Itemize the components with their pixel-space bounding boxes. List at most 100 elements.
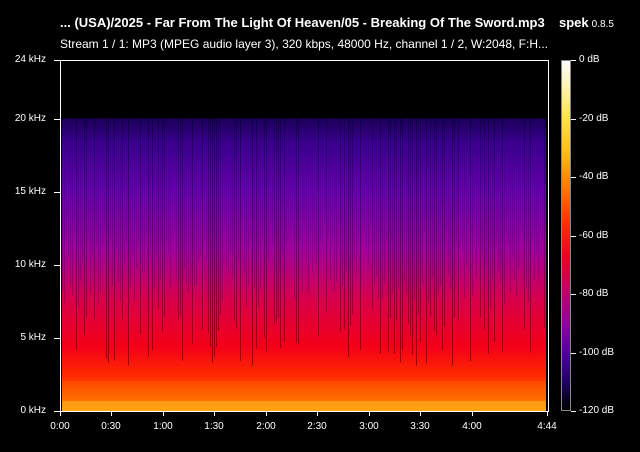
spectral-streak bbox=[486, 118, 487, 266]
spectral-streak bbox=[226, 118, 227, 269]
spectral-streak bbox=[310, 118, 311, 231]
spectral-streak bbox=[380, 118, 381, 354]
spectral-streak bbox=[440, 118, 441, 286]
spectral-streak bbox=[214, 118, 215, 357]
spectral-streak bbox=[130, 118, 131, 287]
spectral-streak bbox=[542, 118, 543, 240]
spectral-streak bbox=[224, 118, 225, 225]
spectral-streak bbox=[264, 118, 265, 337]
app-version: 0.8.5 bbox=[591, 19, 614, 30]
spectral-streak bbox=[270, 118, 271, 225]
spectral-streak bbox=[250, 118, 251, 234]
spectral-streak bbox=[298, 118, 299, 345]
spectral-streak bbox=[338, 118, 339, 223]
spectral-streak bbox=[98, 118, 99, 303]
spectral-streak bbox=[198, 118, 199, 260]
spectral-streak bbox=[228, 118, 229, 274]
spectral-streak bbox=[454, 118, 455, 318]
spectral-streak bbox=[466, 118, 467, 267]
spectral-streak bbox=[156, 118, 157, 256]
spectral-streak bbox=[286, 118, 287, 246]
spectrogram-plot[interactable] bbox=[60, 60, 548, 411]
spectral-streak bbox=[530, 118, 531, 353]
spectral-streak bbox=[456, 118, 457, 244]
spectral-streak bbox=[222, 118, 223, 302]
spectral-streak bbox=[220, 118, 221, 315]
spectral-streak bbox=[468, 118, 469, 225]
spectral-streak bbox=[300, 118, 301, 243]
db-tick-label: 0 dB bbox=[579, 54, 600, 65]
spectral-streak bbox=[80, 118, 81, 281]
x-tick-label: 0:00 bbox=[50, 421, 70, 432]
spectral-streak bbox=[166, 118, 167, 241]
spectral-streak bbox=[70, 118, 71, 286]
spectral-streak bbox=[96, 118, 97, 244]
spectral-streak bbox=[444, 118, 445, 327]
spectral-streak bbox=[266, 118, 267, 352]
spectral-streak bbox=[62, 118, 63, 293]
db-tick bbox=[571, 177, 576, 178]
spectral-streak bbox=[482, 118, 483, 255]
spectral-streak bbox=[72, 118, 73, 295]
x-tick bbox=[214, 411, 215, 416]
spectral-streak bbox=[374, 118, 375, 286]
spectral-streak bbox=[172, 118, 173, 235]
spectral-streak bbox=[324, 118, 325, 222]
spectral-streak bbox=[128, 118, 129, 366]
spectral-streak bbox=[280, 118, 281, 349]
file-title: ... (USA)/2025 - Far From The Light Of H… bbox=[60, 15, 545, 30]
spectral-streak bbox=[534, 118, 535, 281]
spectral-streak bbox=[182, 118, 183, 361]
spectral-streak bbox=[126, 118, 127, 246]
spectral-streak bbox=[308, 118, 309, 293]
spectral-streak bbox=[88, 118, 89, 233]
spectral-streak bbox=[206, 118, 207, 261]
stream-info: Stream 1 / 1: MP3 (MPEG audio layer 3), … bbox=[60, 37, 549, 51]
db-tick bbox=[571, 119, 576, 120]
spectral-streak bbox=[514, 118, 515, 280]
spectral-streak bbox=[240, 118, 241, 361]
spectral-streak bbox=[394, 118, 395, 354]
x-tick bbox=[369, 411, 370, 416]
x-tick-label: 0:30 bbox=[101, 421, 121, 432]
spectral-streak bbox=[288, 118, 289, 227]
spectral-streak bbox=[262, 118, 263, 240]
spectral-streak bbox=[184, 118, 185, 269]
spectral-streak bbox=[136, 118, 137, 270]
spectral-streak bbox=[304, 118, 305, 229]
x-tick bbox=[547, 411, 548, 416]
y-tick bbox=[54, 338, 60, 339]
spectral-streak bbox=[140, 118, 141, 334]
db-tick-label: -120 dB bbox=[579, 405, 615, 416]
spectral-streak bbox=[370, 118, 371, 226]
spectral-streak bbox=[496, 118, 497, 247]
spectral-streak bbox=[404, 118, 405, 282]
spectral-streak bbox=[510, 118, 511, 292]
spectral-streak bbox=[506, 118, 507, 234]
spectral-streak bbox=[162, 118, 163, 332]
spectral-streak bbox=[100, 118, 101, 293]
spectral-streak bbox=[180, 118, 181, 316]
x-tick-label: 1:00 bbox=[153, 421, 173, 432]
spectral-streak bbox=[146, 118, 147, 233]
spectral-streak bbox=[318, 118, 319, 337]
spectral-streak bbox=[346, 118, 347, 271]
spectral-streak bbox=[236, 118, 237, 329]
spectral-streak bbox=[484, 118, 485, 330]
x-tick bbox=[420, 411, 421, 416]
spectral-streak bbox=[176, 118, 177, 282]
spectral-streak bbox=[408, 118, 409, 324]
spectral-streak bbox=[242, 118, 243, 222]
spectral-streak bbox=[462, 118, 463, 251]
spectral-streak bbox=[500, 118, 501, 282]
spectral-streak bbox=[116, 118, 117, 249]
spectral-streak bbox=[420, 118, 421, 343]
spectral-streak bbox=[350, 118, 351, 326]
x-tick bbox=[111, 411, 112, 416]
spectral-streak bbox=[352, 118, 353, 315]
spectral-streak bbox=[190, 118, 191, 286]
spectral-streak bbox=[470, 118, 471, 362]
spectral-streak bbox=[160, 118, 161, 280]
spectral-streak bbox=[252, 118, 253, 366]
spectral-streak bbox=[218, 118, 219, 331]
